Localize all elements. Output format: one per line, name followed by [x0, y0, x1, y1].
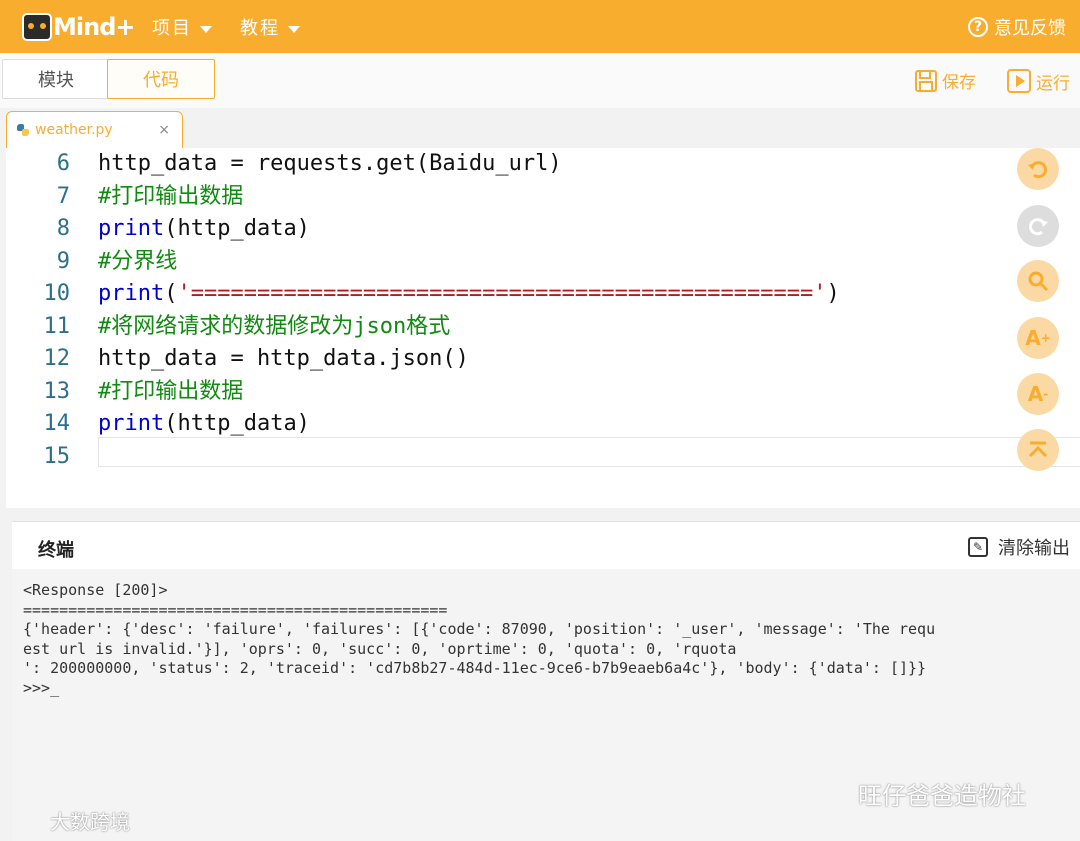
- cursor-line-highlight: [98, 436, 1080, 467]
- terminal-line: <Response [200]>: [23, 581, 168, 599]
- code-line[interactable]: 8 print(http_data): [6, 213, 1080, 245]
- code-text: #将网络请求的数据修改为json格式: [98, 313, 451, 339]
- collapse-top-icon[interactable]: [1017, 429, 1059, 471]
- chevron-down-icon: [200, 25, 212, 33]
- line-number: 13: [43, 378, 71, 404]
- menu-tutorial-label: 教程: [240, 18, 280, 39]
- top-bar: Mind+ 项目 教程 ? 意见反馈: [0, 0, 1080, 53]
- tab-code[interactable]: 代码: [107, 59, 215, 99]
- code-line[interactable]: 7 #打印输出数据: [6, 181, 1080, 213]
- code-text: #分界线: [98, 248, 178, 274]
- code-line[interactable]: 13 #打印输出数据: [6, 376, 1080, 408]
- terminal-header: 终端 ✎ 清除输出: [12, 521, 1080, 570]
- terminal-line: est url is invalid.'}], 'oprs': 0, 'succ…: [23, 639, 737, 658]
- code-line[interactable]: 12 http_data = http_data.json(): [6, 343, 1080, 375]
- chevron-down-icon: [288, 25, 300, 33]
- code-line[interactable]: 6 http_data = requests.get(Baidu_url): [6, 148, 1080, 180]
- terminal-line: {'header': {'desc': 'failure', 'failures…: [23, 620, 936, 638]
- robot-icon: [22, 13, 52, 41]
- line-number: 15: [43, 443, 71, 469]
- play-icon: [1007, 69, 1031, 93]
- code-text: #打印输出数据: [98, 378, 244, 404]
- mind-plus-logo[interactable]: Mind+: [22, 9, 135, 45]
- feedback-button[interactable]: ? 意见反馈: [968, 14, 1066, 40]
- feedback-label: 意见反馈: [994, 18, 1066, 39]
- run-button[interactable]: 运行: [1006, 68, 1070, 94]
- eraser-icon: ✎: [968, 537, 988, 557]
- code-editor[interactable]: 6 http_data = requests.get(Baidu_url) 7 #打印…: [6, 148, 1080, 508]
- search-icon[interactable]: [1017, 260, 1059, 302]
- menu-project-label: 项目: [152, 18, 192, 39]
- save-button[interactable]: 保存: [914, 68, 976, 93]
- code-text: http_data = requests.get(Baidu_url): [98, 151, 562, 176]
- undo-icon[interactable]: [1017, 148, 1059, 190]
- watermark-right: 旺仔爸爸造物社: [858, 782, 1026, 810]
- close-icon[interactable]: ×: [158, 122, 170, 138]
- menu-tutorial[interactable]: 教程: [240, 14, 300, 40]
- python-icon: [17, 124, 29, 136]
- watermark-left: 大数跨境: [50, 810, 130, 834]
- code-line[interactable]: 9 #分界线: [6, 246, 1080, 278]
- font-decrease-icon[interactable]: A-: [1017, 373, 1059, 415]
- mode-toolbar: 模块 代码 保存 运行: [0, 53, 1080, 109]
- code-line[interactable]: 11 #将网络请求的数据修改为json格式: [6, 311, 1080, 343]
- code-line[interactable]: 14 print(http_data): [6, 408, 1080, 440]
- line-number: 11: [43, 313, 71, 339]
- line-number: 8: [56, 216, 70, 241]
- logo-text: Mind+: [53, 13, 135, 41]
- menu-project[interactable]: 项目: [152, 14, 212, 40]
- terminal-line: ': 200000000, 'status': 2, 'traceid': 'c…: [23, 659, 927, 677]
- line-number: 7: [56, 183, 70, 209]
- line-number: 12: [43, 346, 71, 371]
- code-line[interactable]: 10 print('===============================…: [6, 278, 1080, 310]
- line-number: 14: [43, 411, 71, 436]
- run-label: 运行: [1036, 73, 1070, 94]
- line-number: 10: [43, 281, 71, 306]
- code-text: http_data = http_data.json(): [98, 346, 469, 371]
- redo-icon[interactable]: [1017, 205, 1059, 247]
- file-tab-label: weather.py: [35, 122, 113, 138]
- save-label: 保存: [942, 73, 976, 93]
- terminal-line: ========================================…: [23, 600, 448, 619]
- clear-output-button[interactable]: ✎ 清除输出: [968, 534, 1070, 560]
- file-tab-weather[interactable]: weather.py ×: [6, 111, 183, 148]
- file-tab-bar: weather.py ×: [0, 108, 1080, 148]
- line-number: 9: [56, 248, 70, 274]
- font-increase-icon[interactable]: A +: [1017, 317, 1059, 359]
- line-number: 6: [56, 151, 70, 176]
- clear-output-label: 清除输出: [998, 538, 1070, 559]
- code-text: print(http_data): [98, 411, 310, 436]
- save-icon: [915, 69, 937, 92]
- tab-blocks[interactable]: 模块: [2, 59, 110, 99]
- terminal-title: 终端: [38, 540, 74, 561]
- terminal-prompt: >>>_: [23, 678, 60, 697]
- code-text: print('=================================…: [98, 281, 840, 306]
- code-text: #打印输出数据: [98, 183, 244, 209]
- code-text: print(http_data): [98, 216, 310, 241]
- help-circle-icon: ?: [968, 17, 988, 37]
- code-line[interactable]: 15: [6, 436, 1080, 473]
